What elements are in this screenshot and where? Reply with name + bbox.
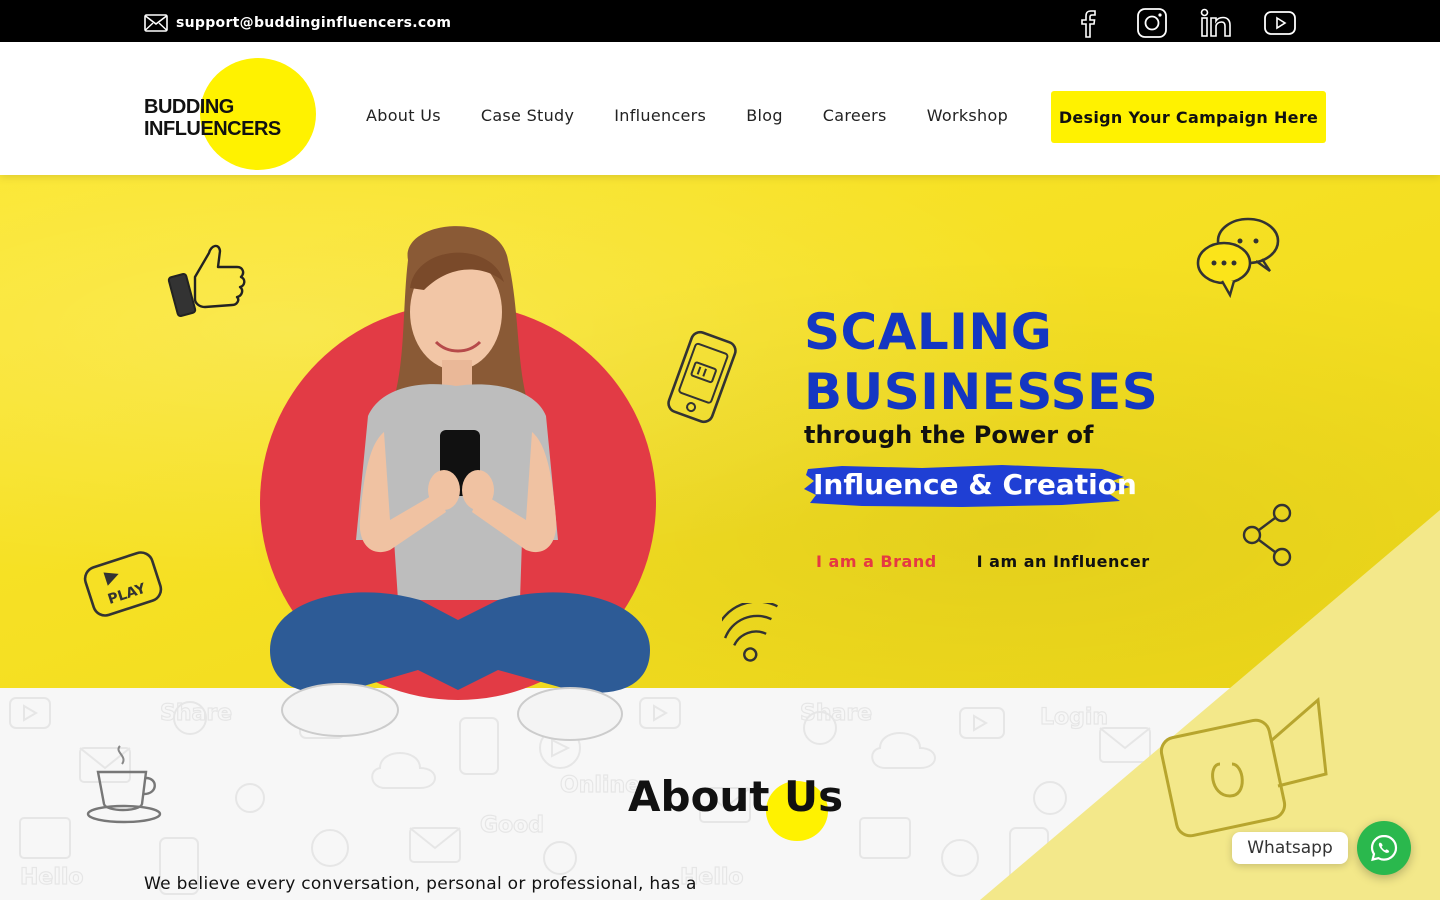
site-header: BUDDING INFLUENCERS About Us Case Study … [0, 42, 1440, 175]
whatsapp-label[interactable]: Whatsapp [1232, 832, 1348, 864]
whatsapp-icon [1370, 834, 1398, 862]
nav-about-us[interactable]: About Us [366, 106, 441, 125]
brand-logo[interactable]: BUDDING INFLUENCERS [144, 96, 281, 140]
coffee-cup-icon [86, 745, 162, 824]
support-email-link[interactable]: support@buddinginfluencers.com [144, 14, 451, 32]
hero-title-line-1: SCALING [804, 303, 1053, 361]
design-campaign-button[interactable]: Design Your Campaign Here [1051, 91, 1326, 143]
role-selector: I am a Brand I am an Influencer [816, 552, 1150, 571]
about-us-heading: About Us [628, 772, 844, 821]
whatsapp-button[interactable] [1357, 821, 1411, 875]
logo-line-1: BUDDING [144, 96, 234, 118]
i-am-brand-link[interactable]: I am a Brand [816, 552, 937, 571]
nav-careers[interactable]: Careers [823, 106, 887, 125]
svg-text:Login: Login [1040, 705, 1108, 730]
svg-text:Good: Good [480, 813, 544, 838]
hero-highlight-text: Influence & Creation [813, 468, 1137, 501]
svg-text:Hello: Hello [20, 865, 84, 890]
hero-model-image [260, 226, 656, 741]
thumbs-up-icon [167, 244, 246, 317]
i-am-influencer-link[interactable]: I am an Influencer [977, 552, 1150, 571]
hero-section: PLAY [0, 175, 1440, 688]
wifi-icon [722, 603, 778, 662]
hero-title-line-2: BUSINESSES [804, 363, 1159, 421]
hero-title: SCALING BUSINESSES [804, 302, 1158, 422]
main-nav: About Us Case Study Influencers Blog Car… [366, 106, 1008, 125]
nav-workshop[interactable]: Workshop [927, 106, 1008, 125]
top-bar: support@buddinginfluencers.com [0, 0, 1440, 42]
share-icon [1242, 503, 1292, 567]
nav-influencers[interactable]: Influencers [614, 106, 706, 125]
linkedin-icon[interactable] [1199, 6, 1233, 40]
envelope-icon [144, 14, 168, 32]
chat-bubbles-icon [1196, 217, 1280, 299]
instagram-icon[interactable] [1135, 6, 1169, 40]
about-us-paragraph: We believe every conversation, personal … [144, 874, 697, 894]
support-email-text: support@buddinginfluencers.com [176, 15, 452, 31]
youtube-icon[interactable] [1263, 6, 1297, 40]
svg-text:Share: Share [800, 701, 872, 726]
facebook-icon[interactable] [1071, 6, 1105, 40]
nav-blog[interactable]: Blog [746, 106, 783, 125]
nav-case-study[interactable]: Case Study [481, 106, 574, 125]
hero-subtitle: through the Power of [804, 421, 1094, 449]
play-badge-icon: PLAY [83, 551, 163, 617]
svg-text:Share: Share [160, 701, 232, 726]
logo-line-2: INFLUENCERS [144, 118, 281, 140]
